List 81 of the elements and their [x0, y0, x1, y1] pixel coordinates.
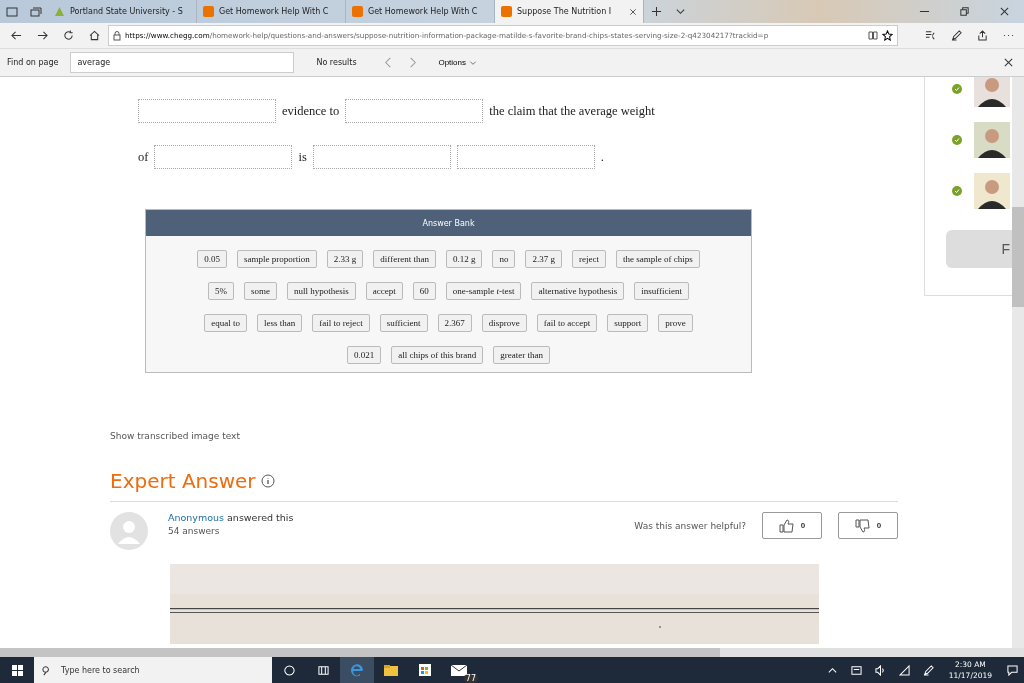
- answer-chip[interactable]: different than: [373, 250, 436, 268]
- avatar-icon: [110, 512, 148, 550]
- answer-count: 54 answers: [168, 526, 221, 536]
- answer-chip[interactable]: equal to: [204, 314, 247, 332]
- answer-chip[interactable]: accept: [365, 282, 403, 300]
- options-button[interactable]: Options: [432, 57, 483, 68]
- home-icon[interactable]: [88, 30, 100, 41]
- question-text: evidence to: [282, 103, 340, 119]
- question-text: of: [138, 149, 149, 165]
- wifi-icon[interactable]: [899, 664, 911, 676]
- refresh-icon[interactable]: [62, 30, 74, 41]
- answer-chip[interactable]: disprove: [481, 314, 527, 332]
- answer-chip[interactable]: sample proportion: [237, 250, 317, 268]
- question-text: .: [600, 149, 604, 165]
- answer-chip[interactable]: less than: [256, 314, 303, 332]
- answer-chip[interactable]: 0.021: [347, 346, 382, 364]
- star-icon[interactable]: [882, 30, 893, 41]
- answer-bank-title: Answer Bank: [146, 210, 751, 236]
- answer-chip[interactable]: support: [607, 314, 649, 332]
- answer-chip[interactable]: one-sample t-test: [445, 282, 522, 300]
- answer-chip[interactable]: the sample of chips: [615, 250, 700, 268]
- answer-chip[interactable]: all chips of this brand: [391, 346, 484, 364]
- mail-icon[interactable]: [451, 664, 467, 676]
- answer-chip[interactable]: fail to accept: [536, 314, 598, 332]
- new-tab-icon[interactable]: [650, 6, 662, 17]
- close-icon[interactable]: [629, 7, 637, 16]
- question-text: the claim that the average weight: [489, 103, 655, 119]
- answer-chip[interactable]: 0.12 g: [445, 250, 483, 268]
- answer-chip[interactable]: 2.37 g: [525, 250, 562, 268]
- answer-chip[interactable]: fail to reject: [312, 314, 370, 332]
- back-icon[interactable]: [10, 30, 22, 41]
- pen-icon[interactable]: [950, 30, 962, 41]
- expert-answer-title: Expert Answer: [110, 469, 256, 493]
- mail-badge: 77: [463, 674, 478, 683]
- helpful-question: Was this answer helpful?: [634, 521, 746, 531]
- answer-chip[interactable]: 2.33 g: [326, 250, 364, 268]
- restore-icon[interactable]: [958, 6, 970, 17]
- chevron-down-icon[interactable]: [674, 6, 686, 17]
- answer-chip[interactable]: prove: [658, 314, 693, 332]
- cortana-icon[interactable]: [283, 664, 295, 676]
- find-field[interactable]: average: [70, 52, 295, 73]
- taskbar-search-field[interactable]: Type here to search: [34, 657, 272, 683]
- answer-chip[interactable]: 60: [412, 282, 436, 300]
- share-icon[interactable]: [976, 30, 988, 41]
- answer-chip[interactable]: sufficient: [379, 314, 428, 332]
- close-icon[interactable]: [1002, 57, 1014, 68]
- task-view-icon[interactable]: [317, 664, 329, 676]
- notification-icon[interactable]: [1006, 664, 1018, 676]
- answer-chip[interactable]: no: [492, 250, 516, 268]
- answer-chip[interactable]: reject: [571, 250, 606, 268]
- thumbs-up-button[interactable]: 0: [762, 512, 822, 539]
- answerer-line: Anonymous answered this: [168, 512, 294, 523]
- chevron-down-icon: [469, 58, 477, 67]
- tray-app-icon[interactable]: [851, 664, 863, 676]
- scrollbar-thumb[interactable]: [1012, 207, 1024, 307]
- answer-chip[interactable]: greater than: [493, 346, 550, 364]
- info-icon[interactable]: [260, 474, 275, 488]
- browser-tab[interactable]: Suppose The Nutrition I: [495, 0, 644, 23]
- answer-chip[interactable]: null hypothesis: [286, 282, 356, 300]
- answer-chip[interactable]: 5%: [207, 282, 234, 300]
- close-icon[interactable]: [998, 6, 1010, 17]
- lock-icon: [113, 30, 121, 41]
- thumbs-down-button[interactable]: 0: [838, 512, 898, 539]
- thumbs-up-icon: [778, 518, 795, 533]
- show-transcribed-link[interactable]: Show transcribed image text: [110, 431, 924, 441]
- favorites-icon[interactable]: [924, 30, 936, 41]
- find-result: No results: [316, 58, 358, 67]
- volume-icon[interactable]: [875, 664, 887, 676]
- question-text: is: [298, 149, 307, 165]
- answer-chip[interactable]: 2.367: [437, 314, 472, 332]
- browser-icon[interactable]: [350, 663, 364, 677]
- thumbs-down-icon: [854, 518, 871, 533]
- answer-chip[interactable]: alternative hypothesis: [531, 282, 625, 300]
- forward-icon[interactable]: [36, 30, 48, 41]
- answer-chip[interactable]: insufficient: [634, 282, 690, 300]
- answer-chip[interactable]: 0.05: [197, 250, 228, 268]
- find-label: Find on page: [7, 58, 59, 67]
- answer-chip[interactable]: some: [243, 282, 277, 300]
- scrollbar-thumb[interactable]: [0, 648, 720, 657]
- book-icon[interactable]: [868, 31, 878, 40]
- side-button[interactable]: F: [946, 230, 1012, 268]
